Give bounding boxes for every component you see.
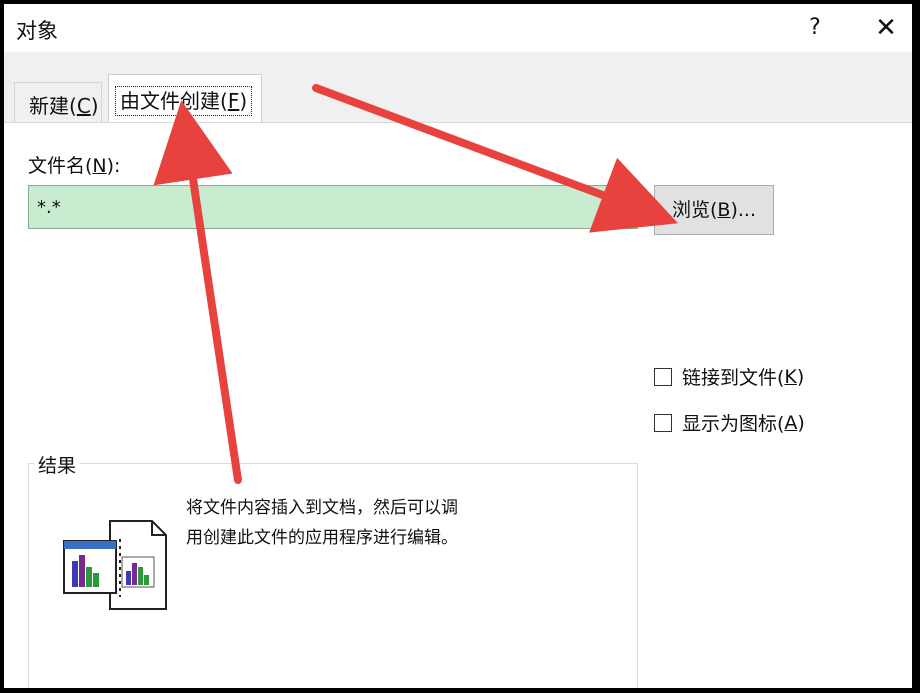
object-dialog: 对象 ? ✕ 新建(C) 由文件创建(F) 文件名(N): 浏览(B)... 链… (4, 4, 912, 688)
title-bar: 对象 ? ✕ (4, 4, 912, 52)
link-to-file-label-hotkey: K (784, 365, 797, 388)
filename-label-hotkey: N (92, 155, 107, 177)
link-to-file-label-prefix: 链接到文件( (682, 367, 785, 389)
browse-label-suffix: )... (730, 199, 756, 221)
result-legend: 结果 (34, 451, 81, 478)
browse-button[interactable]: 浏览(B)... (654, 185, 774, 235)
browse-label-prefix: 浏览( (672, 199, 718, 221)
tab-create-from-file[interactable]: 由文件创建(F) (108, 74, 262, 124)
browse-label-hotkey: B (717, 199, 731, 221)
link-to-file-checkbox-row[interactable]: 链接到文件(K) (654, 363, 804, 390)
filename-label-suffix: ): (106, 155, 121, 177)
filename-label-prefix: 文件名( (28, 155, 93, 177)
tab-create-from-file-label: 由文件创建(F) (115, 86, 253, 116)
tab-create-new-label-suffix: ) (90, 94, 99, 118)
result-description-line2: 用创建此文件的应用程序进行编辑。 (186, 528, 458, 548)
tab-create-from-file-label-suffix: ) (239, 89, 248, 113)
filename-label: 文件名(N): (28, 151, 120, 178)
tab-create-new-hotkey: C (76, 94, 91, 118)
close-button[interactable]: ✕ (868, 10, 904, 46)
tab-create-from-file-hotkey: F (227, 89, 240, 113)
result-description: 将文件内容插入到文档，然后可以调 用创建此文件的应用程序进行编辑。 (186, 493, 546, 553)
filename-input[interactable] (28, 185, 638, 229)
tab-create-from-file-label-prefix: 由文件创建( (120, 89, 228, 113)
tab-create-new[interactable]: 新建(C) (14, 82, 102, 122)
link-to-file-checkbox[interactable] (654, 367, 672, 386)
display-as-icon-checkbox[interactable] (654, 413, 672, 432)
result-description-line1: 将文件内容插入到文档，然后可以调 (186, 498, 458, 518)
link-to-file-label-suffix: ) (796, 365, 805, 388)
embed-file-illustration-icon (63, 520, 167, 610)
tab-panel: 文件名(N): 浏览(B)... 链接到文件(K) 显示为图标(A) 结果 (4, 122, 912, 688)
help-button[interactable]: ? (800, 10, 830, 46)
display-as-icon-label-suffix: ) (797, 411, 805, 434)
tab-strip: 新建(C) 由文件创建(F) (4, 52, 912, 124)
display-as-icon-label-prefix: 显示为图标( (682, 413, 785, 435)
tab-create-new-label-prefix: 新建( (29, 94, 77, 118)
dialog-title: 对象 (16, 19, 58, 43)
display-as-icon-checkbox-row[interactable]: 显示为图标(A) (654, 409, 805, 436)
display-as-icon-label-hotkey: A (784, 411, 798, 434)
